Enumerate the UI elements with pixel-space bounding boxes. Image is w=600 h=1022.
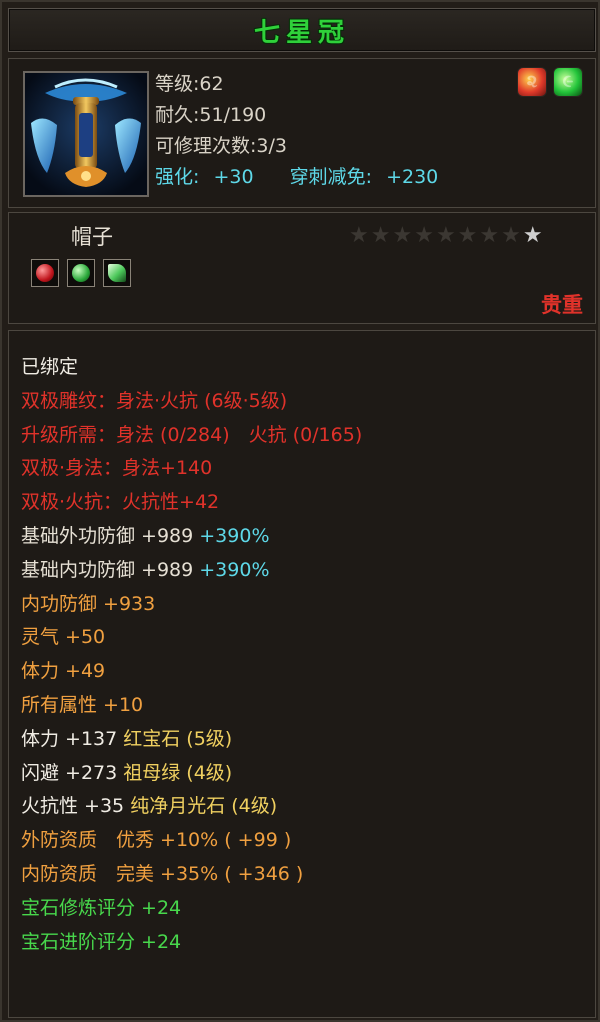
item-tooltip: 七星冠 等级:62 耐久:51/190 可修理次数:3/3 强化: +30 穿刺… <box>0 0 600 1022</box>
pierce-value: +230 <box>386 166 439 188</box>
gem-name: 纯净月光石 (4级) <box>130 795 278 818</box>
item-stats: 等级:62 耐久:51/190 可修理次数:3/3 强化: +30 穿刺减免: … <box>155 69 438 193</box>
emerald-gem-icon <box>67 259 95 287</box>
title-bar: 七星冠 <box>8 8 596 52</box>
bound-status: 已绑定 <box>21 356 79 378</box>
wind-element-icon: ૯ <box>553 67 583 97</box>
attr-text: 体力 +137 <box>21 727 124 750</box>
attr-line: 基础外功防御 +989 +390% <box>21 520 362 554</box>
enhance-value: +30 <box>213 166 254 188</box>
attr-line: 内防资质 完美 +35% ( +346 ) <box>21 862 304 885</box>
attr-line: 所有属性 +10 <box>21 693 144 716</box>
attr-line: 双极雕纹：身法·火抗 (6级·5级) <box>21 389 288 412</box>
attr-line: 基础内功防御 +989 +390% <box>21 554 362 588</box>
repair-count-text: 可修理次数:3/3 <box>155 135 287 157</box>
fire-element-icon: ૨ <box>517 67 547 97</box>
attr-text: 基础内功防御 +989 <box>21 558 200 581</box>
item-type-panel: 帽子 ★ ★ ★ ★ ★ ★ ★ ★ ★ 贵重 <box>8 212 596 324</box>
star-icon: ★ <box>414 223 434 248</box>
gem-name: 祖母绿 (4级) <box>123 761 233 784</box>
attr-line: 体力 +137 红宝石 (5级) <box>21 723 362 757</box>
star-icon: ★ <box>522 223 543 248</box>
attr-line: 体力 +49 <box>21 660 106 683</box>
moonstone-gem-icon <box>103 259 131 287</box>
pierce-label: 穿刺减免: <box>289 166 373 188</box>
attr-bonus: +390% <box>199 524 270 547</box>
star-icon: ★ <box>392 223 413 248</box>
attr-text: 闪避 +273 <box>21 761 124 784</box>
attr-line: 升级所需：身法 (0/284) 火抗 (0/165) <box>21 423 363 446</box>
attr-line: 内功防御 +933 <box>21 592 156 615</box>
enhance-label: 强化: <box>155 166 200 188</box>
item-name: 七星冠 <box>253 17 350 48</box>
durability-text: 耐久:51/190 <box>155 104 267 126</box>
star-rating: ★ ★ ★ ★ ★ ★ ★ ★ ★ <box>349 225 543 247</box>
attr-text: 火抗性 +35 <box>21 795 131 818</box>
attr-line: 灵气 +50 <box>21 626 106 649</box>
rarity-label: 贵重 <box>541 293 583 317</box>
attr-line: 双极·身法：身法+140 <box>21 457 213 480</box>
star-icon: ★ <box>479 223 500 248</box>
attr-bonus: +390% <box>199 558 270 581</box>
attributes-panel: 已绑定 双极雕纹：身法·火抗 (6级·5级) 升级所需：身法 (0/284) 火… <box>8 330 596 1018</box>
star-icon: ★ <box>349 223 369 248</box>
attr-text: 基础外功防御 +989 <box>21 524 200 547</box>
attr-line: 火抗性 +35 纯净月光石 (4级) <box>21 790 362 824</box>
attr-line: 外防资质 优秀 +10% ( +99 ) <box>21 829 292 852</box>
level-text: 等级:62 <box>155 73 224 95</box>
gem-name: 红宝石 (5级) <box>123 727 233 750</box>
helmet-icon <box>23 71 149 197</box>
attr-line: 闪避 +273 祖母绿 (4级) <box>21 757 362 791</box>
star-icon: ★ <box>435 223 456 248</box>
star-icon: ★ <box>457 223 478 248</box>
attr-line: 宝石进阶评分 +24 <box>21 930 182 953</box>
attr-line: 宝石修炼评分 +24 <box>21 896 182 919</box>
item-type: 帽子 <box>71 225 113 249</box>
item-info-panel: 等级:62 耐久:51/190 可修理次数:3/3 强化: +30 穿刺减免: … <box>8 58 596 208</box>
enhance-row: 强化: +30 穿刺减免: +230 <box>155 162 438 193</box>
attributes-list: 已绑定 双极雕纹：身法·火抗 (6级·5级) 升级所需：身法 (0/284) 火… <box>21 351 362 959</box>
star-icon: ★ <box>501 223 521 248</box>
ruby-gem-icon <box>31 259 59 287</box>
star-icon: ★ <box>370 223 391 248</box>
attr-line: 双极·火抗：火抗性+42 <box>21 491 220 514</box>
